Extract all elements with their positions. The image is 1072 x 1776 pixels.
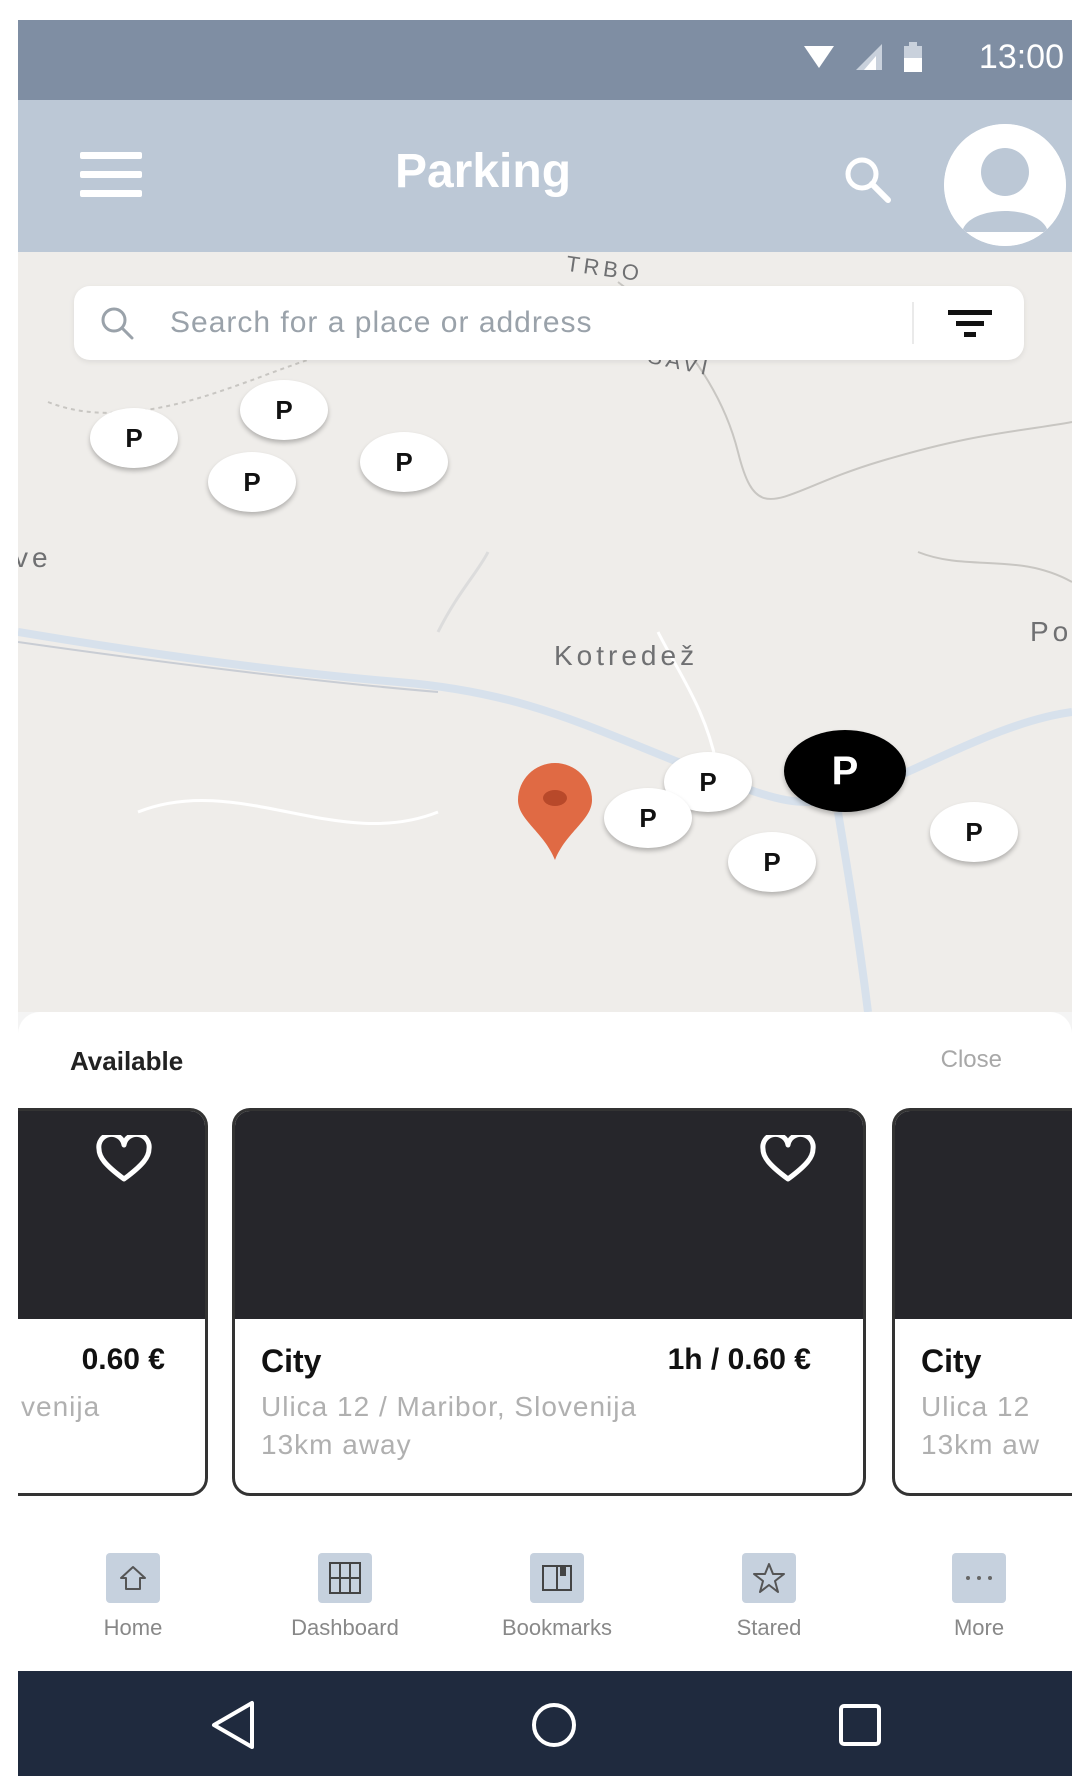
card-address: Ulica 12 / Maribor, Slovenija — [261, 1391, 638, 1422]
nav-label: Bookmarks — [501, 1615, 613, 1640]
nav-label: Dashboard — [291, 1615, 399, 1640]
parking-pin-selected[interactable]: P — [784, 730, 906, 812]
card-distance: 13km away — [261, 1429, 412, 1460]
parking-pin[interactable]: P — [930, 802, 1018, 862]
card-price: 0.60 € — [81, 1343, 165, 1376]
wifi-icon — [804, 46, 834, 68]
card-price: 1h / 0.60 € — [667, 1343, 811, 1376]
nav-bookmarks[interactable]: Bookmarks — [462, 1553, 652, 1641]
parking-card[interactable]: City 1h / 0.60 € Ulica 12 / Maribor, Slo… — [232, 1108, 866, 1496]
avatar[interactable] — [944, 124, 1066, 246]
heart-icon[interactable] — [759, 1135, 817, 1185]
parking-pin[interactable]: P — [208, 452, 296, 512]
status-bar: 13:00 — [18, 20, 1072, 100]
parking-pin[interactable]: P — [360, 432, 448, 492]
parking-pin[interactable]: P — [90, 408, 178, 468]
heart-icon[interactable] — [95, 1135, 153, 1185]
home-circle-icon[interactable] — [524, 1695, 584, 1755]
search-input[interactable]: Search for a place or address — [170, 306, 593, 340]
dashboard-icon — [329, 1562, 361, 1594]
search-icon — [101, 307, 134, 340]
filter-icon[interactable] — [942, 306, 998, 342]
location-pin-icon[interactable] — [514, 762, 596, 862]
system-nav-bar — [18, 1671, 1072, 1776]
star-icon — [753, 1563, 785, 1593]
close-button[interactable]: Close — [941, 1046, 1002, 1074]
app-bar: Parking — [18, 100, 1072, 252]
recents-icon[interactable] — [830, 1695, 890, 1755]
card-image — [895, 1111, 1072, 1319]
card-title: City — [921, 1343, 982, 1379]
screen: 13:00 Parking TRBO ve Kotredež Po Search… — [18, 20, 1072, 1776]
status-icons — [804, 42, 922, 72]
home-icon — [120, 1566, 146, 1590]
nav-stared[interactable]: Stared — [674, 1553, 864, 1641]
bottom-nav: Home Dashboard Bookmarks Stared More — [18, 1527, 1072, 1671]
nav-home[interactable]: Home — [38, 1553, 228, 1641]
hamburger-icon[interactable] — [80, 152, 142, 198]
nav-dashboard[interactable]: Dashboard — [250, 1553, 440, 1641]
parking-card[interactable]: 0.60 € venija — [18, 1108, 208, 1496]
map[interactable]: TRBO OB SAVI ve Kotredež Po Search for a… — [18, 252, 1072, 1012]
card-title: City — [261, 1343, 322, 1379]
page-title: Parking — [394, 145, 572, 198]
nav-label: Stared — [736, 1615, 802, 1640]
card-address: venija — [21, 1391, 101, 1422]
signal-icon — [856, 44, 882, 70]
divider — [912, 302, 914, 344]
parking-card[interactable]: City Ulica 12 13km aw — [892, 1108, 1072, 1496]
available-sheet: Available Close 0.60 € venija City 1h / … — [18, 1012, 1072, 1527]
battery-icon — [904, 42, 922, 72]
card-address: Ulica 12 — [921, 1391, 1031, 1422]
status-time: 13:00 — [978, 38, 1064, 76]
map-roads — [18, 281, 1072, 1012]
map-label: Po — [1030, 616, 1072, 647]
card-distance: 13km aw — [921, 1429, 1041, 1460]
bookmarks-icon — [542, 1565, 572, 1591]
avatar-icon — [944, 124, 1066, 246]
nav-label: More — [953, 1615, 1005, 1640]
parking-pin[interactable]: P — [240, 380, 328, 440]
map-label: Kotredež — [554, 640, 699, 671]
nav-more[interactable]: More — [884, 1553, 1072, 1641]
parking-pin[interactable]: P — [728, 832, 816, 892]
sheet-title: Available — [70, 1046, 184, 1076]
more-icon — [966, 1576, 992, 1580]
back-icon[interactable] — [204, 1695, 264, 1755]
search-bar[interactable]: Search for a place or address — [74, 286, 1024, 360]
nav-label: Home — [103, 1615, 163, 1640]
parking-pin[interactable]: P — [604, 788, 692, 848]
map-label: ve — [18, 542, 52, 573]
search-icon[interactable] — [838, 150, 898, 210]
